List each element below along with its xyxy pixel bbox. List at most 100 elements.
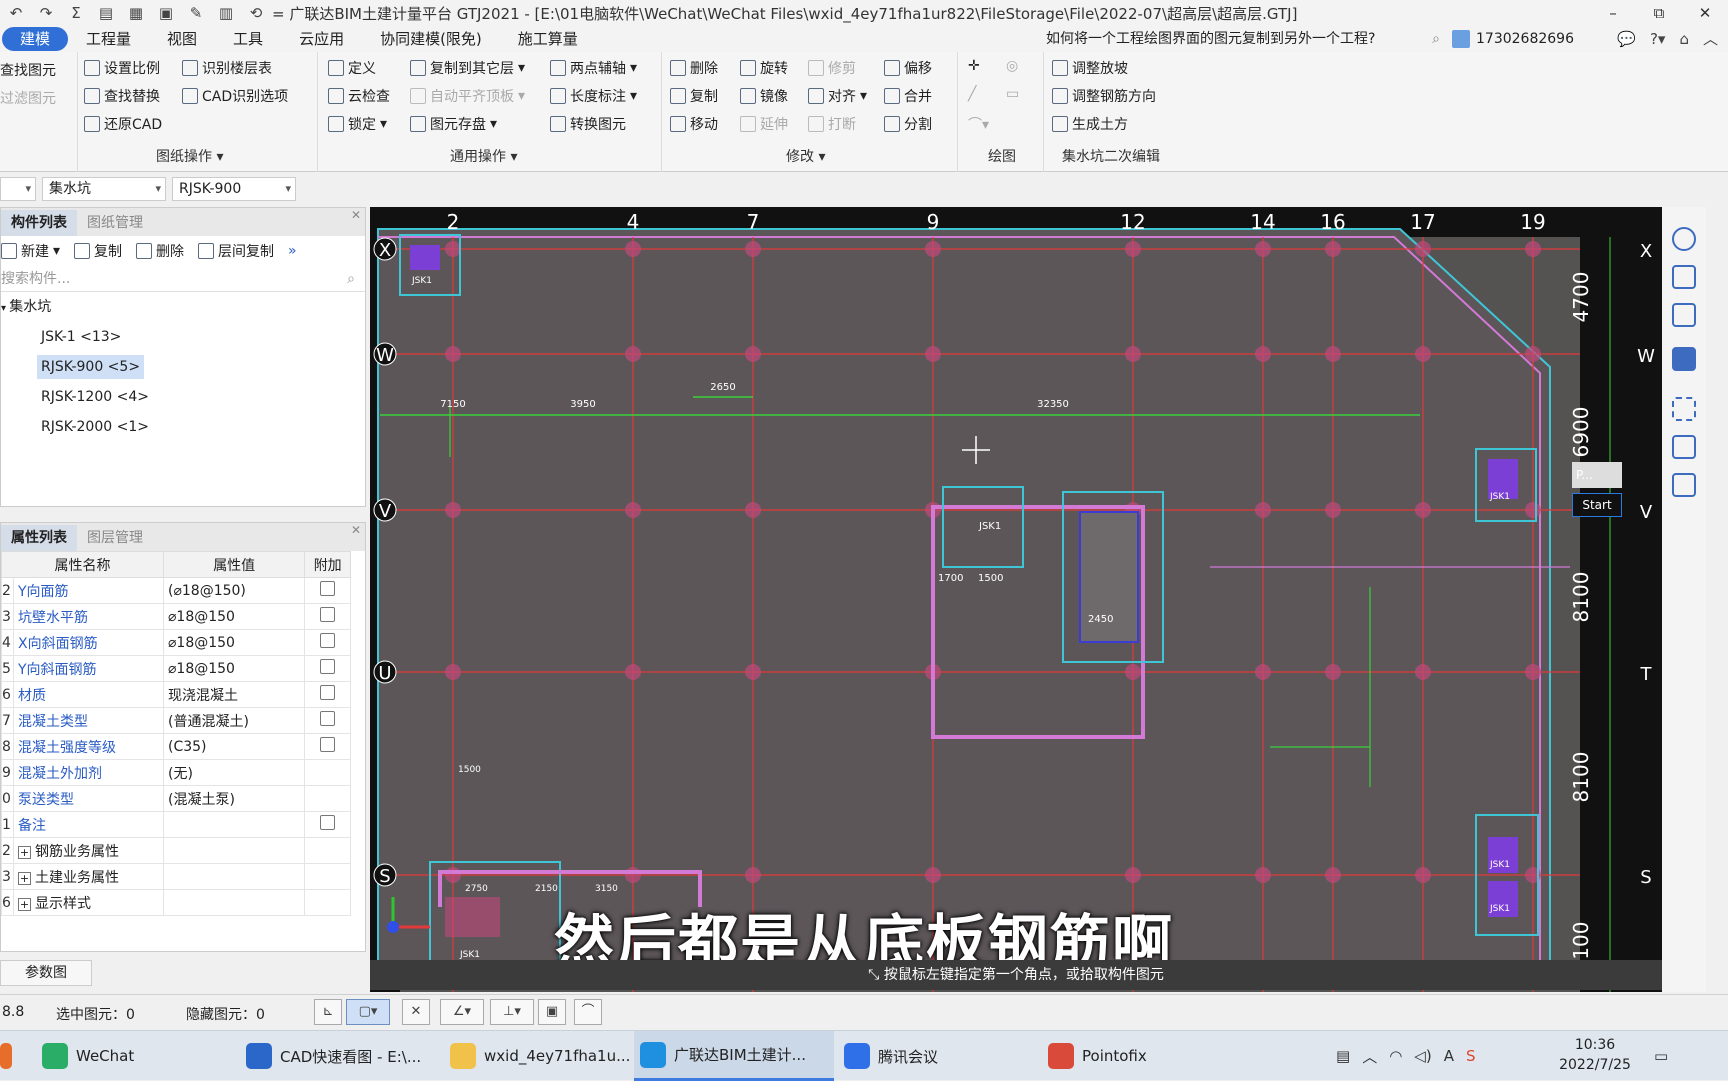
delete-button[interactable]: 删除 xyxy=(670,58,718,78)
table-icon[interactable]: ▦ xyxy=(126,4,146,22)
3d-view-icon[interactable] xyxy=(1672,265,1696,289)
adjust-slope-button[interactable]: 调整放坡 xyxy=(1052,58,1128,78)
tab-property-list[interactable]: 属性列表 xyxy=(1,525,77,551)
property-value[interactable]: (普通混凝土) xyxy=(162,707,306,734)
expand-plus-icon[interactable]: + xyxy=(18,845,31,859)
tree-root[interactable]: ▾ 集水坑 xyxy=(1,292,365,322)
move-button[interactable]: 移动 xyxy=(670,114,718,134)
save-icon[interactable]: ▤ xyxy=(96,4,116,22)
adjust-rebar-direction-button[interactable]: 调整钢筋方向 xyxy=(1052,86,1156,106)
property-value[interactable]: ⌀18@150 xyxy=(162,655,306,682)
help-search-input[interactable]: 如何将一个工程绘图界面的图元复制到另外一个工程? ⌕ xyxy=(1046,28,1440,50)
general-ops-label[interactable]: 通用操作 ▾ xyxy=(450,146,517,166)
property-row[interactable]: 8 混凝土强度等级 (C35) xyxy=(1,733,351,760)
property-value[interactable]: (C35) xyxy=(162,733,306,760)
cube-view-icon[interactable] xyxy=(1672,347,1696,371)
menu-construction[interactable]: 施工算量 xyxy=(500,27,596,51)
copy-to-layer-button[interactable]: 复制到其它层 ▾ xyxy=(410,58,525,78)
modify-label[interactable]: 修改 ▾ xyxy=(786,146,825,166)
arc-draw-icon[interactable]: ⌒▾ xyxy=(968,114,989,134)
layer-copy-button[interactable]: 层间复制 xyxy=(198,241,274,261)
point-draw-icon[interactable]: ✛ xyxy=(968,58,980,74)
break-button[interactable]: 打断 xyxy=(808,114,856,134)
top-view-icon[interactable] xyxy=(1672,303,1696,327)
skin-icon[interactable]: ⌂ xyxy=(1679,26,1689,52)
property-row[interactable]: 3 坑壁水平筋 ⌀18@150 xyxy=(1,603,351,630)
chat-icon[interactable]: 💬 xyxy=(1617,26,1636,52)
restore-cad-button[interactable]: 还原CAD xyxy=(84,114,162,134)
new-component-button[interactable]: 新建 ▾ xyxy=(1,241,60,261)
rect-draw-icon[interactable]: ▭ xyxy=(1006,86,1019,102)
define-button[interactable]: 定义 xyxy=(328,58,376,78)
component-select[interactable]: RJSK-900 xyxy=(172,177,296,201)
select-mode-icon[interactable]: ▢▾ xyxy=(346,999,390,1025)
property-row[interactable]: 7 混凝土类型 (普通混凝土) xyxy=(1,707,351,734)
copy-component-button[interactable]: 复制 xyxy=(74,241,122,261)
extra-checkbox[interactable] xyxy=(320,581,336,596)
display-icon[interactable]: ▣ xyxy=(538,999,566,1025)
grid-icon[interactable]: ▣ xyxy=(156,4,176,22)
properties-view-icon[interactable] xyxy=(1672,473,1696,497)
property-row[interactable]: 2 Y向面筋 (⌀18@150) xyxy=(1,577,351,604)
trim-button[interactable]: 修剪 xyxy=(808,58,856,78)
line-draw-icon[interactable]: ╱ xyxy=(968,86,976,102)
tab-component-list[interactable]: 构件列表 xyxy=(1,210,77,236)
close-button[interactable]: ✕ xyxy=(1682,0,1728,26)
type-select[interactable]: 集水坑 xyxy=(42,177,166,201)
convert-element-button[interactable]: 转换图元 xyxy=(550,114,626,134)
sync-icon[interactable]: ⟲ xyxy=(246,4,266,22)
menu-quantity[interactable]: 工程量 xyxy=(68,27,149,51)
property-value[interactable] xyxy=(162,811,306,838)
search-icon[interactable]: ⌕ xyxy=(347,266,355,292)
taskbar-tencent-meeting[interactable]: 腾讯会议 xyxy=(838,1031,1038,1081)
extra-checkbox[interactable] xyxy=(320,607,336,622)
ortho-icon[interactable]: ⊾ xyxy=(314,999,342,1025)
redo-icon[interactable]: ↷ xyxy=(36,4,56,22)
drawing-ops-label[interactable]: 图纸操作 ▾ xyxy=(156,146,223,166)
cad-drawing[interactable]: 2 4 7 9 12 14 16 17 19 X X W W V V U T S S 4700 6900 8100 8100… xyxy=(370,207,1662,992)
property-row[interactable]: 9 混凝土外加剂 (无) xyxy=(1,759,351,786)
identify-floor-table-button[interactable]: 识别楼层表 xyxy=(182,58,272,78)
menu-view[interactable]: 视图 xyxy=(149,27,215,51)
extra-checkbox[interactable] xyxy=(320,737,336,752)
property-value[interactable]: 现浇混凝土 xyxy=(162,681,306,708)
property-value[interactable]: (混凝土泵) xyxy=(162,785,306,812)
mirror-button[interactable]: 镜像 xyxy=(740,86,788,106)
lock-button[interactable]: 锁定 ▾ xyxy=(328,114,387,134)
tab-layer-management[interactable]: 图层管理 xyxy=(77,525,153,551)
search-icon[interactable]: ⌕ xyxy=(1432,28,1440,50)
expand-icon[interactable]: » xyxy=(288,243,297,259)
property-row[interactable]: 3 + 土建业务属性 xyxy=(1,863,351,890)
circle-draw-icon[interactable]: ◎ xyxy=(1006,58,1018,74)
property-row[interactable]: 2 + 钢筋业务属性 xyxy=(1,837,351,864)
edit-icon[interactable]: ✎ xyxy=(186,4,206,22)
offset-button[interactable]: 偏移 xyxy=(884,58,932,78)
arc-mode-icon[interactable]: ⌒ xyxy=(574,999,602,1025)
find-element-button[interactable]: 查找图元 xyxy=(0,60,56,80)
cross-select-icon[interactable]: ✕ xyxy=(402,999,430,1025)
taskbar-folder[interactable]: wxid_4ey71fha1u... xyxy=(444,1031,630,1081)
fit-view-icon[interactable] xyxy=(1672,397,1696,421)
property-row[interactable]: 5 Y向斜面钢筋 ⌀18@150 xyxy=(1,655,351,682)
ime-icon[interactable]: A xyxy=(1444,1047,1454,1065)
two-point-axis-button[interactable]: 两点辅轴 ▾ xyxy=(550,58,637,78)
tab-drawing-management[interactable]: 图纸管理 xyxy=(77,210,153,236)
taskbar-cad-viewer[interactable]: CAD快速看图 - E:\... xyxy=(240,1031,426,1081)
menu-collab[interactable]: 协同建模(限免) xyxy=(362,27,500,51)
notification-center[interactable]: ▭ xyxy=(1654,1031,1668,1081)
extra-checkbox[interactable] xyxy=(320,685,336,700)
property-value[interactable]: (⌀18@150) xyxy=(162,577,306,604)
taskbar-glodon[interactable]: 广联达BIM土建计... xyxy=(634,1031,834,1081)
volume-icon[interactable]: ◁) xyxy=(1414,1047,1431,1065)
merge-button[interactable]: 合并 xyxy=(884,86,932,106)
floor-select[interactable] xyxy=(0,177,36,201)
restore-button[interactable]: ⧉ xyxy=(1636,0,1682,26)
user-account[interactable]: 17302682696 xyxy=(1452,26,1574,52)
start-button[interactable]: Start xyxy=(1572,493,1622,517)
align-button[interactable]: 对齐 ▾ xyxy=(808,86,867,106)
menu-tools[interactable]: 工具 xyxy=(215,27,281,51)
tree-item-selected[interactable]: RJSK-900 <5> xyxy=(1,352,365,382)
chevron-up-icon[interactable]: ︿ xyxy=(1362,1046,1377,1067)
extra-checkbox[interactable] xyxy=(320,711,336,726)
copy-button[interactable]: 复制 xyxy=(670,86,718,106)
